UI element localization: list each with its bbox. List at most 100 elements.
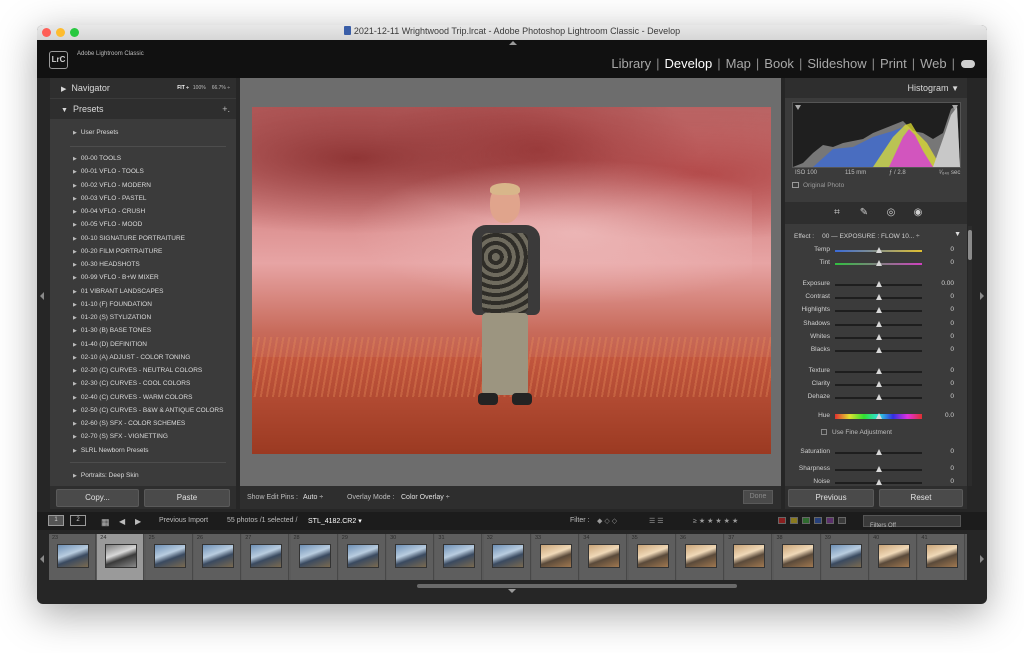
slider-track[interactable]	[835, 260, 922, 266]
blue-label-filter[interactable]	[814, 517, 822, 524]
slider-track[interactable]	[835, 381, 922, 387]
slider-value[interactable]: 0	[950, 448, 954, 455]
collapse-filmstrip-icon[interactable]	[508, 589, 516, 593]
slider-handle[interactable]	[875, 334, 882, 340]
collapse-right-panel-icon[interactable]	[980, 292, 984, 300]
preset-folder[interactable]: ▶ SLRL Newborn Presets	[73, 447, 149, 454]
slider-sharpness[interactable]: Sharpness 0	[785, 464, 967, 476]
main-window-button[interactable]: 1	[48, 515, 64, 526]
slider-handle[interactable]	[875, 479, 882, 485]
thumbnail-image[interactable]	[540, 544, 572, 568]
histogram-graph[interactable]	[792, 102, 961, 168]
slider-value[interactable]: 0	[950, 259, 954, 266]
preset-folder[interactable]: ▶ 02-70 (S) SFX - VIGNETTING	[73, 433, 168, 440]
slider-track[interactable]	[835, 394, 922, 400]
back-arrow-icon[interactable]: ◀	[119, 517, 125, 526]
show-edit-pins-select[interactable]: Auto ÷	[303, 494, 323, 501]
slider-handle[interactable]	[875, 260, 882, 266]
slider-track[interactable]	[835, 479, 922, 485]
preset-folder[interactable]: ▶ 02-50 (C) CURVES - B&W & ANTIQUE COLORS	[73, 407, 223, 414]
red-eye-icon[interactable]: ◎	[885, 207, 897, 219]
secondary-window-button[interactable]: 2	[70, 515, 86, 526]
slider-exposure[interactable]: Exposure 0.00	[785, 279, 967, 291]
done-button[interactable]: Done	[743, 490, 773, 504]
thumbnail-image[interactable]	[733, 544, 766, 568]
preset-folder[interactable]: ▶ 00-01 VFLO - TOOLS	[73, 168, 144, 175]
thumbnail-image[interactable]	[926, 544, 959, 568]
copy-button[interactable]: Copy...	[56, 489, 139, 507]
histogram-header[interactable]: Histogram ▼	[785, 78, 967, 98]
slider-track[interactable]	[835, 413, 922, 419]
slider-shadows[interactable]: Shadows 0	[785, 319, 967, 331]
preset-folder[interactable]: ▶ 00-04 VFLO - CRUSH	[73, 208, 145, 215]
filmstrip-thumbnail[interactable]: 34	[580, 534, 628, 580]
slider-value[interactable]: 0	[950, 246, 954, 253]
slider-track[interactable]	[835, 307, 922, 313]
checkbox-icon[interactable]	[792, 182, 799, 188]
purple-label-filter[interactable]	[826, 517, 834, 524]
slider-value[interactable]: 0	[950, 465, 954, 472]
collapse-left-panel-icon[interactable]	[40, 292, 44, 300]
grid-view-icon[interactable]: ▦	[101, 517, 110, 528]
module-map[interactable]: Map	[721, 56, 756, 71]
green-label-filter[interactable]	[802, 517, 810, 524]
reset-button[interactable]: Reset	[879, 489, 963, 507]
slider-value[interactable]: 0	[950, 333, 954, 340]
preset-folder[interactable]: ▶ 01 VIBRANT LANDSCAPES	[73, 288, 163, 295]
slider-value[interactable]: 0.0	[945, 412, 954, 419]
thumbnail-image[interactable]	[153, 544, 186, 568]
slider-track[interactable]	[835, 368, 922, 374]
slider-value[interactable]: 0.00	[941, 280, 954, 287]
preset-folder[interactable]: ▶ 01-20 (S) STYLIZATION	[73, 314, 151, 321]
healing-brush-icon[interactable]: ✎	[858, 207, 870, 219]
thumbnail-image[interactable]	[346, 544, 379, 568]
preset-folder[interactable]: ▶ 00-02 VFLO - MODERN	[73, 182, 151, 189]
module-print[interactable]: Print	[875, 56, 912, 71]
edit-filter-icons[interactable]: ☰☰	[649, 517, 666, 525]
preset-folder[interactable]: ▶ 01-30 (B) BASE TONES	[73, 327, 151, 334]
filmstrip-thumbnail[interactable]: 40	[870, 534, 918, 580]
filmstrip-scroll-left-icon[interactable]	[40, 555, 44, 563]
slider-value[interactable]: 0	[950, 320, 954, 327]
preset-folder[interactable]: ▶ 02-20 (C) CURVES - NEUTRAL COLORS	[73, 367, 202, 374]
slider-track[interactable]	[835, 334, 922, 340]
collapse-top-panel-icon[interactable]	[509, 41, 517, 45]
preset-folder[interactable]: ▶ 00-00 TOOLS	[73, 155, 121, 162]
effect-select[interactable]: 00 — EXPOSURE : FLOW 10... ÷	[822, 233, 919, 240]
zoom-custom[interactable]: 66.7% ÷	[212, 85, 230, 91]
filmstrip-thumbnail[interactable]: 38	[773, 534, 821, 580]
checkbox-icon[interactable]	[821, 429, 827, 435]
slider-value[interactable]: 0	[950, 306, 954, 313]
yellow-label-filter[interactable]	[790, 517, 798, 524]
slider-handle[interactable]	[875, 281, 882, 287]
slider-handle[interactable]	[875, 247, 882, 253]
slider-track[interactable]	[835, 247, 922, 253]
navigator-zoom-options[interactable]: FIT ÷ 100% 66.7% ÷	[177, 78, 230, 98]
effect-menu-icon[interactable]: ▼	[954, 231, 961, 238]
no-label-filter[interactable]	[838, 517, 846, 524]
crop-icon[interactable]: ⌗	[831, 207, 843, 219]
module-library[interactable]: Library	[606, 56, 656, 71]
filmstrip-thumbnail[interactable]: 41	[918, 534, 966, 580]
slider-handle[interactable]	[875, 466, 882, 472]
original-photo-toggle[interactable]: Original Photo	[792, 182, 844, 189]
slider-highlights[interactable]: Highlights 0	[785, 305, 967, 317]
slider-handle[interactable]	[875, 413, 882, 419]
filmstrip-thumbnail[interactable]: 35	[628, 534, 676, 580]
preset-folder[interactable]: ▶ 01-10 (F) FOUNDATION	[73, 301, 152, 308]
filmstrip-thumbnail[interactable]: 36	[676, 534, 724, 580]
preset-folder[interactable]: ▶ 00-05 VFLO - MOOD	[73, 221, 142, 228]
thumbnail-image[interactable]	[588, 544, 621, 568]
navigator-header[interactable]: ▶ Navigator FIT ÷ 100% 66.7% ÷	[50, 78, 236, 98]
filmstrip-thumbnail[interactable]: 32	[483, 534, 531, 580]
thumbnail-image[interactable]	[105, 544, 138, 568]
preset-folder[interactable]: ▶ 02-10 (A) ADJUST - COLOR TONING	[73, 354, 190, 361]
thumbnail-image[interactable]	[298, 544, 331, 568]
shadow-clipping-icon[interactable]	[795, 105, 801, 110]
preset-folder[interactable]: ▶ 00-10 SIGNATURE PORTRAITURE	[73, 235, 185, 242]
zoom-fit[interactable]: FIT ÷	[177, 85, 189, 91]
slider-track[interactable]	[835, 466, 922, 472]
slider-value[interactable]: 0	[950, 393, 954, 400]
preset-folder[interactable]: ▶ 02-60 (S) SFX - COLOR SCHEMES	[73, 420, 185, 427]
preset-folder[interactable]: ▶ 01-40 (D) DEFINITION	[73, 341, 147, 348]
